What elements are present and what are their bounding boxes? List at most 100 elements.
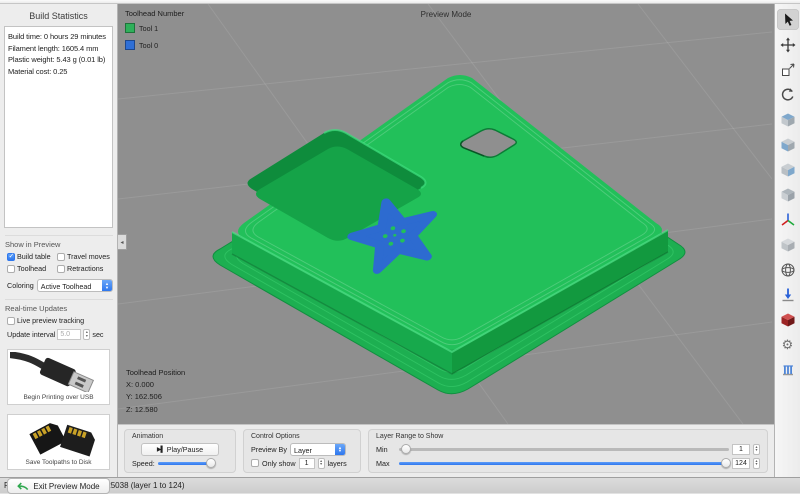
tool1-color-swatch [125, 23, 135, 33]
build-table-label: Build table [17, 252, 51, 261]
animation-group-title: Animation [132, 433, 163, 440]
model-cube-icon[interactable] [777, 234, 799, 255]
travel-moves-checkbox[interactable] [57, 253, 65, 261]
only-show-checkbox[interactable] [251, 459, 259, 467]
stat-plastic-weight: Plastic weight: 5.43 g (0.01 lb) [8, 54, 109, 66]
checkbox-live-preview[interactable]: Live preview tracking [7, 316, 113, 325]
preview-by-label: Preview By [251, 445, 287, 454]
only-show-label: Only show [262, 459, 296, 468]
view-iso-cube-icon[interactable] [777, 109, 799, 130]
max-label: Max [376, 459, 396, 468]
move-icon[interactable] [777, 34, 799, 55]
retractions-label: Retractions [67, 264, 103, 273]
toolhead-checkbox[interactable] [7, 265, 15, 273]
control-options-title: Control Options [251, 433, 300, 440]
view-top-cube-icon[interactable] [777, 184, 799, 205]
toolhead-x: X: 0.000 [126, 379, 185, 391]
toolhead-label: Toolhead [17, 264, 46, 273]
stat-filament-length: Filament length: 1605.4 mm [8, 43, 109, 55]
animation-group: Animation ▶▌ Play/Pause Speed: [124, 429, 236, 473]
min-layer-stepper[interactable]: ▲▼ [753, 444, 760, 455]
play-pause-icon: ▶▌ [157, 446, 164, 453]
supports-icon[interactable] [777, 359, 799, 380]
toolhead-position-title: Toolhead Position [126, 367, 185, 379]
gear-icon[interactable]: ⚙ [777, 334, 799, 355]
axes-icon[interactable] [777, 209, 799, 230]
begin-printing-usb-button[interactable]: Begin Printing over USB [7, 349, 110, 405]
preview-control-bar: Animation ▶▌ Play/Pause Speed: Control O… [118, 424, 774, 477]
toolhead-position-readout: Toolhead Position X: 0.000 Y: 162.506 Z:… [126, 367, 185, 417]
build-statistics-panel: Build Statistics Build time: 0 hours 29 … [0, 4, 118, 477]
build-table-checkbox[interactable] [7, 253, 15, 261]
checkbox-toolhead[interactable]: Toolhead [7, 264, 57, 273]
tool0-color-swatch [125, 40, 135, 50]
show-in-preview-label: Show in Preview [5, 235, 113, 249]
preview-by-select[interactable]: Layer ▲▼ [290, 443, 346, 456]
play-pause-label: Play/Pause [167, 445, 203, 454]
cross-section-icon[interactable] [777, 309, 799, 330]
min-slider-knob[interactable] [401, 444, 411, 454]
min-label: Min [376, 445, 396, 454]
checkbox-build-table[interactable]: Build table [7, 252, 57, 261]
layers-label: layers [328, 459, 347, 468]
live-preview-label: Live preview tracking [17, 316, 84, 325]
toolhead-z: Z: 12.580 [126, 404, 185, 416]
live-preview-checkbox[interactable] [7, 317, 15, 325]
usb-plug-photo [10, 352, 107, 392]
max-slider-knob[interactable] [721, 458, 731, 468]
rotate-icon[interactable] [777, 84, 799, 105]
build-stats-box: Build time: 0 hours 29 minutes Filament … [4, 26, 113, 228]
speed-slider[interactable] [158, 462, 212, 465]
3d-model-canvas [118, 4, 772, 424]
only-show-input[interactable] [299, 458, 315, 469]
speed-label: Speed: [132, 459, 155, 468]
select-arrows-icon: ▲▼ [335, 444, 345, 455]
update-interval-stepper[interactable]: ▲▼ [83, 329, 90, 340]
panel-collapse-handle[interactable]: ◂ [118, 234, 127, 250]
layer-range-group: Layer Range to Show Min ▲▼ Max ▲▼ [368, 429, 768, 473]
realtime-updates-label: Real-time Updates [5, 299, 113, 313]
max-layer-slider[interactable] [399, 462, 729, 465]
only-show-stepper[interactable]: ▲▼ [318, 458, 325, 469]
max-layer-input[interactable] [732, 458, 750, 469]
stat-build-time: Build time: 0 hours 29 minutes [8, 31, 109, 43]
retractions-checkbox[interactable] [57, 265, 65, 273]
sd-caption: Save Toolpaths to Disk [10, 457, 107, 467]
usb-caption: Begin Printing over USB [10, 392, 107, 402]
preview-mode-label: Preview Mode [118, 10, 774, 19]
min-layer-slider[interactable] [399, 448, 729, 451]
checkbox-retractions[interactable]: Retractions [57, 264, 115, 273]
stat-material-cost: Material cost: 0.25 [8, 66, 109, 78]
update-interval-label: Update interval [7, 330, 55, 339]
drop-model-icon[interactable] [777, 284, 799, 305]
cursor-icon[interactable] [777, 9, 799, 30]
layer-range-title: Layer Range to Show [376, 433, 443, 440]
speed-slider-knob[interactable] [206, 458, 216, 468]
tool0-label: Tool 0 [139, 41, 158, 50]
exit-button-label: Exit Preview Mode [33, 482, 99, 491]
save-toolpaths-button[interactable]: Save Toolpaths to Disk [7, 414, 110, 470]
exit-preview-mode-button[interactable]: Exit Preview Mode [7, 478, 110, 494]
play-pause-button[interactable]: ▶▌ Play/Pause [141, 443, 219, 456]
preview-by-value: Layer [291, 444, 335, 455]
coloring-select[interactable]: Active Toolhead ▲▼ [37, 279, 113, 292]
status-bar: Previewing file from line 1 to 25038 (la… [0, 477, 800, 493]
control-options-group: Control Options Preview By Layer ▲▼ Only… [243, 429, 361, 473]
checkbox-travel-moves[interactable]: Travel moves [57, 252, 115, 261]
update-interval-input[interactable] [57, 329, 81, 340]
view-toolbar: ⚙ [774, 4, 800, 477]
tool1-label: Tool 1 [139, 24, 158, 33]
back-arrow-icon [17, 482, 29, 491]
view-side-cube-icon[interactable] [777, 159, 799, 180]
scale-icon[interactable] [777, 59, 799, 80]
update-interval-unit: sec [92, 330, 103, 339]
select-arrows-icon: ▲▼ [102, 280, 112, 291]
3d-viewport[interactable]: Toolhead Number Tool 1 Tool 0 Preview Mo… [118, 4, 774, 424]
coloring-value: Active Toolhead [38, 280, 102, 291]
min-layer-input[interactable] [732, 444, 750, 455]
sd-card-photo [10, 417, 107, 457]
view-front-cube-icon[interactable] [777, 134, 799, 155]
wireframe-sphere-icon[interactable] [777, 259, 799, 280]
travel-moves-label: Travel moves [67, 252, 110, 261]
max-layer-stepper[interactable]: ▲▼ [753, 458, 760, 469]
